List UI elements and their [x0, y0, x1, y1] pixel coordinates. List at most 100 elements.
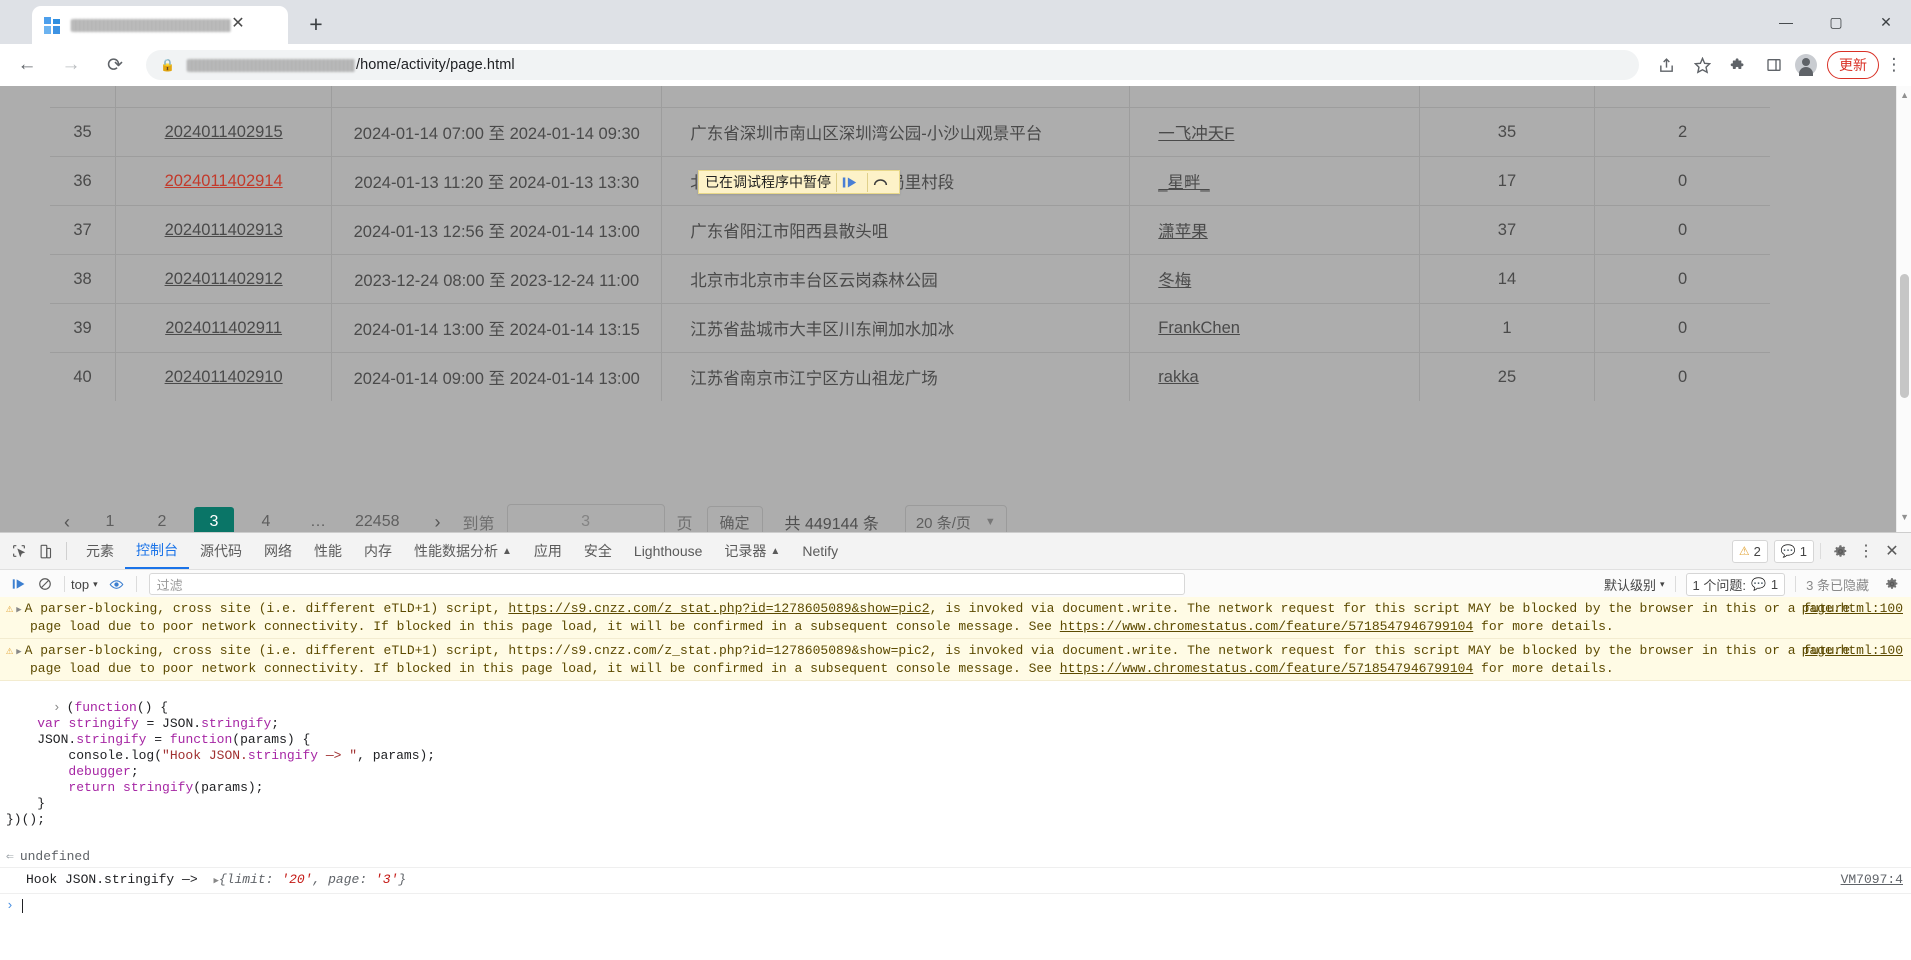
scroll-up-icon[interactable]: ▲ [1900, 90, 1909, 100]
row-user-link[interactable]: _星畔_ [1158, 174, 1209, 192]
update-button[interactable]: 更新 [1827, 51, 1879, 79]
forward-icon[interactable]: → [54, 48, 88, 82]
devtools-tab-4[interactable]: 性能 [303, 534, 353, 569]
devtools-tab-11[interactable]: Netify [791, 534, 849, 569]
warn-link[interactable]: https://s9.cnzz.com/z_stat.php?id=127860… [508, 643, 929, 658]
expand-triangle-icon[interactable]: ▶ [16, 605, 21, 615]
console-warning-row[interactable]: ⚠ ▶ A parser-blocking, cross site (i.e. di… [0, 639, 1911, 681]
console-warning-row[interactable]: ⚠ ▶ A parser-blocking, cross site (i.e. di… [0, 597, 1911, 639]
row-user-link[interactable]: rakka [1158, 368, 1198, 386]
log-level-selector[interactable]: 默认级别 ▾ [1604, 575, 1665, 594]
devtools-tab-9[interactable]: Lighthouse [623, 534, 714, 569]
row-user-link[interactable]: FrankChen [1129, 303, 1420, 353]
devtools-more-icon[interactable]: ⋮ [1853, 538, 1879, 564]
window-close-icon[interactable]: ✕ [1861, 0, 1911, 44]
resume-script-icon[interactable] [836, 172, 862, 192]
devtools-tab-7[interactable]: 应用 [523, 534, 573, 569]
row-id-link[interactable]: 2024011402910 [165, 368, 283, 386]
row-id-link[interactable]: 2024011402910 [114, 352, 332, 401]
scroll-down-icon[interactable]: ▼ [1900, 512, 1909, 522]
page-number[interactable]: 1 [90, 507, 130, 532]
row-id-link[interactable]: 2024011402913 [114, 205, 332, 255]
warn-link-2[interactable]: https://www.chromestatus.com/feature/571… [1060, 619, 1473, 634]
devtools-tab-0[interactable]: 元素 [75, 534, 125, 569]
row-user-link[interactable]: _星畔_ [1129, 156, 1420, 206]
log-source-link[interactable]: VM7097:4 [1841, 872, 1903, 888]
expand-triangle-icon[interactable]: ▶ [16, 647, 21, 657]
back-icon[interactable]: ← [10, 48, 44, 82]
step-over-icon[interactable] [867, 172, 893, 192]
page-number[interactable]: 2 [142, 507, 182, 532]
jump-page-input[interactable] [506, 504, 665, 532]
row-extra: 0 [1594, 352, 1770, 401]
page-scrollbar[interactable] [1896, 86, 1911, 532]
issues-badge[interactable]: 1 个问题: 💬 1 [1685, 572, 1786, 596]
row-id-link[interactable]: 2024011402914 [165, 172, 283, 190]
row-id-link[interactable]: 2024011402912 [114, 254, 332, 304]
row-id-link[interactable]: 2024011402911 [165, 319, 282, 337]
row-user-link[interactable]: 一飞冲天F [1158, 125, 1234, 143]
row-index: 35 [50, 107, 116, 157]
next-page-icon[interactable]: › [421, 505, 455, 532]
extensions-puzzle-icon[interactable] [1723, 50, 1753, 80]
row-user-link[interactable]: 冬梅 [1129, 254, 1420, 304]
execute-snippet-icon[interactable] [6, 571, 32, 597]
confirm-jump-button[interactable]: 确定 [706, 506, 763, 532]
row-user-link[interactable]: rakka [1129, 352, 1420, 401]
gear-icon[interactable] [1827, 538, 1853, 564]
row-id-link[interactable]: 2024011402914 [114, 156, 332, 206]
scrollbar-thumb[interactable] [1900, 274, 1909, 398]
reload-icon[interactable]: ⟳ [98, 48, 132, 82]
prev-page-icon[interactable]: ‹ [50, 505, 84, 532]
clear-console-icon[interactable] [32, 571, 58, 597]
devtools-tab-2[interactable]: 源代码 [189, 534, 253, 569]
message-count-badge[interactable]: 💬 1 [1773, 539, 1814, 563]
address-bar[interactable]: 🔒 /home/activity/page.html [146, 50, 1639, 80]
row-id-link[interactable]: 2024011402915 [165, 123, 283, 141]
page-number-active[interactable]: 3 [194, 507, 234, 532]
devtools-close-icon[interactable]: ✕ [1879, 538, 1905, 564]
warning-count-badge[interactable]: ⚠ 2 [1731, 539, 1768, 563]
profile-avatar[interactable] [1795, 54, 1817, 76]
per-page-select[interactable]: 20 条/页 ▼ [904, 505, 1007, 532]
row-user-link[interactable]: 潇苹果 [1158, 223, 1208, 241]
row-id-link[interactable]: 2024011402912 [165, 270, 283, 288]
new-tab-icon[interactable]: + [300, 9, 332, 41]
console-output[interactable]: ⚠ ▶ A parser-blocking, cross site (i.e. di… [0, 597, 1911, 960]
row-user-link[interactable]: 一飞冲天F [1129, 107, 1420, 157]
row-id-link[interactable]: 2024011402913 [165, 221, 283, 239]
devtools-tab-8[interactable]: 安全 [573, 534, 623, 569]
warn-source-link[interactable]: page.html:100 [1802, 643, 1903, 659]
page-number[interactable]: 22458 [350, 507, 405, 532]
bookmark-star-icon[interactable] [1687, 50, 1717, 80]
page-number[interactable]: 4 [246, 507, 286, 532]
inspect-element-icon[interactable] [6, 538, 32, 564]
share-icon[interactable] [1651, 50, 1681, 80]
close-tab-icon[interactable]: ✕ [228, 14, 248, 34]
browser-menu-icon[interactable]: ⋮ [1881, 50, 1907, 80]
browser-tab[interactable] [32, 6, 288, 44]
side-panel-icon[interactable] [1759, 50, 1789, 80]
row-user-link[interactable]: FrankChen [1158, 319, 1240, 337]
maximize-icon[interactable]: ▢ [1811, 0, 1861, 44]
devtools-tab-3[interactable]: 网络 [253, 534, 303, 569]
console-settings-gear-icon[interactable] [1879, 571, 1905, 597]
row-user-link[interactable]: 潇苹果 [1129, 205, 1420, 255]
row-id-link[interactable]: 2024011402915 [114, 107, 332, 157]
page-number[interactable]: … [298, 507, 338, 532]
console-filter-input[interactable]: 过滤 [148, 573, 1185, 595]
devtools-tab-10[interactable]: 记录器 ▲ [713, 534, 791, 569]
device-toolbar-icon[interactable] [32, 538, 58, 564]
row-user-link[interactable]: 冬梅 [1158, 272, 1191, 290]
warn-link[interactable]: https://s9.cnzz.com/z_stat.php?id=127860… [508, 601, 929, 616]
minimize-icon[interactable]: — [1761, 0, 1811, 44]
context-selector[interactable]: top ▾ [71, 577, 98, 592]
warn-link-2[interactable]: https://www.chromestatus.com/feature/571… [1060, 661, 1473, 676]
row-id-link[interactable]: 2024011402911 [114, 303, 332, 353]
console-prompt-row[interactable]: › [0, 894, 1911, 917]
live-expression-icon[interactable] [104, 571, 130, 597]
devtools-tab-6[interactable]: 性能数据分析 ▲ [403, 534, 523, 569]
warn-source-link[interactable]: page.html:100 [1802, 601, 1903, 617]
devtools-tab-1[interactable]: 控制台 [125, 534, 189, 569]
devtools-tab-5[interactable]: 内存 [353, 534, 403, 569]
